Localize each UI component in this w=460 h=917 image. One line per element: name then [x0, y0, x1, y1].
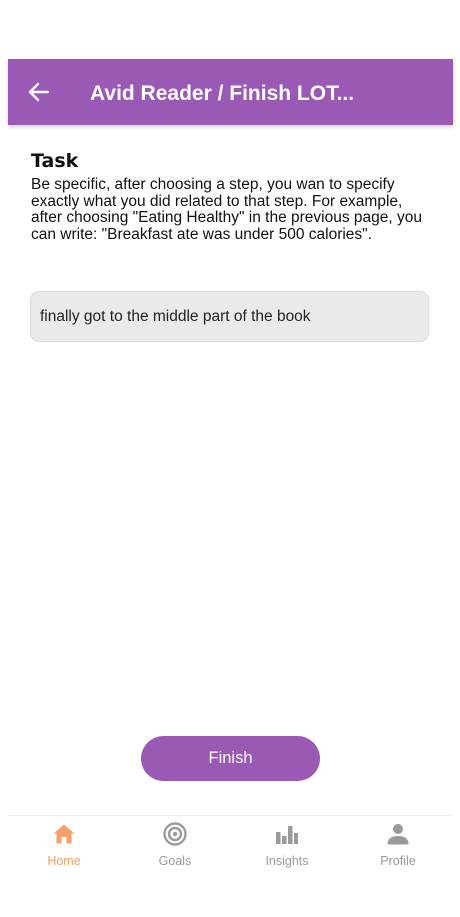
- back-button[interactable]: [26, 79, 52, 105]
- finish-button[interactable]: Finish: [141, 736, 320, 781]
- task-description: Be specific, after choosing a step, you …: [31, 176, 422, 243]
- target-icon: [163, 822, 187, 846]
- nav-item-goals[interactable]: Goals: [130, 816, 220, 876]
- nav-label-profile: Profile: [380, 854, 416, 868]
- app-bar: Avid Reader / Finish LOT...: [8, 59, 453, 125]
- nav-label-goals: Goals: [158, 854, 192, 868]
- task-heading: Task: [31, 150, 79, 172]
- bar-chart-icon: [276, 826, 298, 844]
- nav-label-insights: Insights: [265, 854, 309, 868]
- nav-item-profile[interactable]: Profile: [353, 816, 443, 876]
- arrow-left-icon: [28, 82, 50, 102]
- home-icon: [53, 824, 75, 844]
- bottom-nav: Home Goals Insights Profile: [8, 816, 453, 876]
- nav-item-home[interactable]: Home: [19, 816, 109, 876]
- task-input[interactable]: [30, 291, 429, 342]
- nav-item-insights[interactable]: Insights: [242, 816, 332, 876]
- nav-label-home: Home: [47, 854, 81, 868]
- page-title: Avid Reader / Finish LOT...: [90, 82, 355, 105]
- person-icon: [387, 824, 409, 845]
